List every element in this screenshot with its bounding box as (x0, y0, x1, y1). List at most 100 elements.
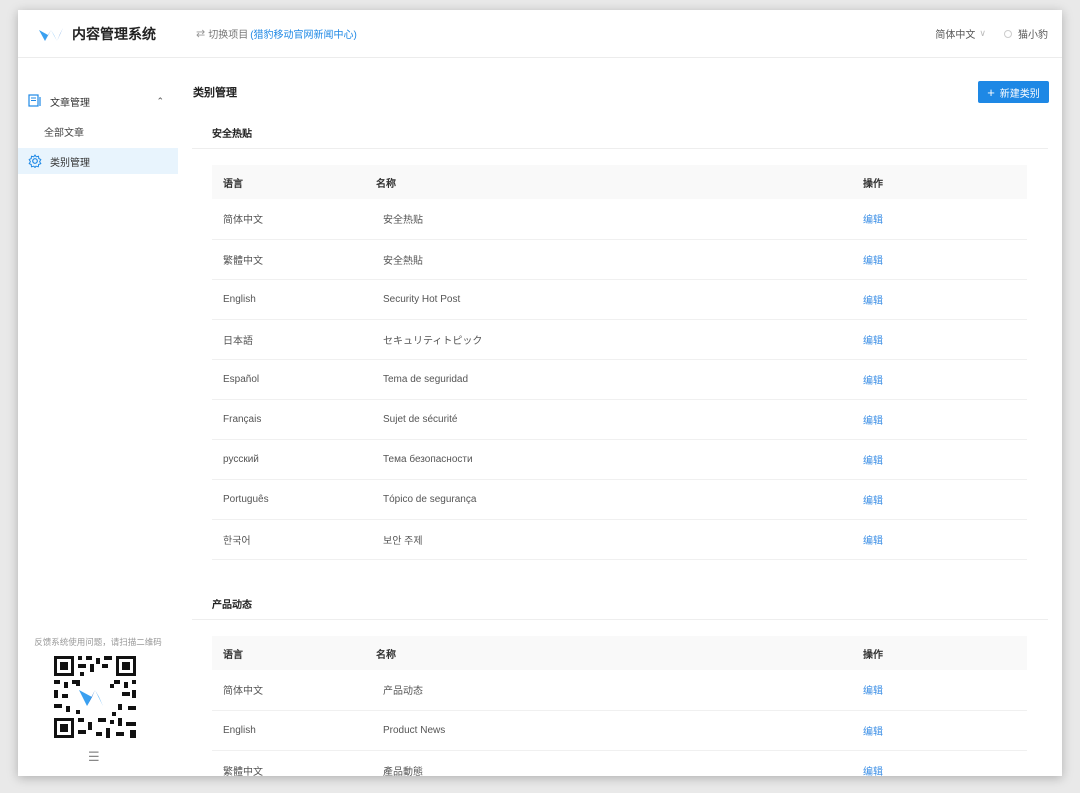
sidebar-item-label: 类别管理 (50, 157, 90, 169)
section-title: 产品动态 (192, 587, 1048, 620)
column-header-action: 操作 (863, 165, 1027, 199)
action-cell: 编辑 (863, 399, 1027, 440)
edit-link[interactable]: 编辑 (863, 416, 883, 427)
name-cell: 產品動態 (376, 750, 863, 776)
table-header-row: 语言 名称 操作 (212, 165, 1027, 199)
main-content: 类别管理 + 新建类别 安全热贴 语言 名称 操作 简体中文 安全热贴 编辑 繁體中文… (192, 59, 1062, 776)
current-project[interactable]: (猎豹移动官网新闻中心) (250, 26, 357, 41)
column-header-action: 操作 (863, 636, 1027, 670)
app-name: 内容管理系统 (72, 25, 156, 42)
document-icon (28, 94, 42, 108)
action-cell: 编辑 (863, 710, 1027, 751)
edit-link[interactable]: 编辑 (863, 296, 883, 307)
column-header-language: 语言 (212, 636, 376, 670)
language-cell: English (212, 710, 376, 751)
name-cell: 安全热贴 (376, 199, 863, 240)
action-cell: 编辑 (863, 279, 1027, 320)
name-cell: Sujet de sécurité (376, 399, 863, 440)
collapse-menu-icon[interactable]: ☰ (88, 749, 100, 765)
sidebar-item-categories[interactable]: 类别管理 (18, 148, 178, 174)
language-cell: 繁體中文 (212, 239, 376, 280)
language-cell: Español (212, 359, 376, 400)
name-cell: Tema de seguridad (376, 359, 863, 400)
column-header-name: 名称 (376, 636, 863, 670)
edit-link[interactable]: 编辑 (863, 767, 883, 777)
language-select[interactable]: 简体中文 ∨ (935, 26, 986, 41)
language-cell: Français (212, 399, 376, 440)
table-row: русский Тема безопасности 编辑 (212, 439, 1027, 480)
edit-link[interactable]: 编辑 (863, 256, 883, 267)
brand[interactable]: 内容管理系统 (18, 24, 190, 44)
name-cell: Product News (376, 710, 863, 751)
sidebar-group-label: 文章管理 (50, 97, 90, 109)
action-cell: 编辑 (863, 479, 1027, 520)
sidebar: 文章管理 ⌃ 全部文章 类别管理 反馈系统使用问题，请扫描二维码 ☰ (18, 59, 178, 776)
feedback-text: 反馈系统使用问题，请扫描二维码 (34, 637, 162, 647)
table-row: Português Tópico de segurança 编辑 (212, 479, 1027, 520)
page-title: 类别管理 (193, 87, 237, 99)
table-row: 한국어 보안 주제 编辑 (212, 519, 1027, 560)
action-cell: 编辑 (863, 750, 1027, 776)
action-cell: 编辑 (863, 519, 1027, 560)
language-cell: 繁體中文 (212, 750, 376, 776)
table-row: 繁體中文 安全熱貼 编辑 (212, 239, 1027, 280)
section-title: 安全热贴 (192, 116, 1048, 149)
name-cell: 安全熱貼 (376, 239, 863, 280)
new-category-button[interactable]: + 新建类别 (978, 81, 1049, 103)
top-header: 内容管理系统 ⇄ 切换项目 (猎豹移动官网新闻中心) 简体中文 ∨ 猫小豹 (18, 10, 1062, 58)
swap-icon: ⇄ (196, 28, 206, 40)
action-cell: 编辑 (863, 239, 1027, 280)
logo-icon (39, 27, 63, 41)
table-row: 繁體中文 產品動態 编辑 (212, 750, 1027, 776)
category-table: 语言 名称 操作 简体中文 安全热贴 编辑 繁體中文 安全熱貼 编辑 English Secu… (212, 165, 1027, 560)
category-table: 语言 名称 操作 简体中文 产品动态 编辑 English Product News 编辑… (212, 636, 1027, 776)
table-row: English Security Hot Post 编辑 (212, 279, 1027, 320)
user-menu[interactable]: 猫小豹 (1004, 26, 1048, 41)
chevron-down-icon: ∨ (979, 28, 986, 38)
switch-label: 切换项目 (208, 30, 249, 41)
table-row: Français Sujet de sécurité 编辑 (212, 399, 1027, 440)
language-cell: 简体中文 (212, 670, 376, 711)
qr-code (52, 654, 138, 740)
edit-link[interactable]: 编辑 (863, 686, 883, 697)
name-cell: Тема безопасности (376, 439, 863, 480)
table-row: English Product News 编辑 (212, 710, 1027, 751)
language-cell: English (212, 279, 376, 320)
action-cell: 编辑 (863, 439, 1027, 480)
edit-link[interactable]: 编辑 (863, 336, 883, 347)
edit-link[interactable]: 编辑 (863, 215, 883, 226)
user-name: 猫小豹 (1018, 30, 1048, 41)
new-category-label: 新建类别 (999, 88, 1040, 100)
edit-link[interactable]: 编辑 (863, 376, 883, 387)
project-switcher[interactable]: ⇄ 切换项目 (猎豹移动官网新闻中心) (196, 26, 357, 41)
name-cell: 보안 주제 (376, 519, 863, 560)
gear-icon (28, 154, 42, 168)
table-row: 简体中文 产品动态 编辑 (212, 670, 1027, 711)
column-header-name: 名称 (376, 165, 863, 199)
name-cell: Tópico de segurança (376, 479, 863, 520)
language-cell: 简体中文 (212, 199, 376, 240)
edit-link[interactable]: 编辑 (863, 456, 883, 467)
edit-link[interactable]: 编辑 (863, 536, 883, 547)
edit-link[interactable]: 编辑 (863, 727, 883, 738)
app-window: 内容管理系统 ⇄ 切换项目 (猎豹移动官网新闻中心) 简体中文 ∨ 猫小豹 文章… (18, 10, 1062, 776)
action-cell: 编辑 (863, 319, 1027, 360)
language-cell: русский (212, 439, 376, 480)
plus-icon: + (987, 84, 995, 100)
language-value: 简体中文 (935, 30, 976, 41)
action-cell: 编辑 (863, 670, 1027, 711)
edit-link[interactable]: 编辑 (863, 496, 883, 507)
table-row: Español Tema de seguridad 编辑 (212, 359, 1027, 400)
language-cell: 日本語 (212, 319, 376, 360)
sidebar-group-articles[interactable]: 文章管理 ⌃ (18, 86, 178, 116)
language-cell: Português (212, 479, 376, 520)
language-cell: 한국어 (212, 519, 376, 560)
action-cell: 编辑 (863, 199, 1027, 240)
sidebar-item-all-articles[interactable]: 全部文章 (18, 116, 178, 146)
column-header-language: 语言 (212, 165, 376, 199)
table-header-row: 语言 名称 操作 (212, 636, 1027, 670)
chevron-up-icon: ⌃ (156, 95, 164, 106)
name-cell: Security Hot Post (376, 279, 863, 320)
name-cell: セキュリティトピック (376, 319, 863, 360)
table-row: 日本語 セキュリティトピック 编辑 (212, 319, 1027, 360)
